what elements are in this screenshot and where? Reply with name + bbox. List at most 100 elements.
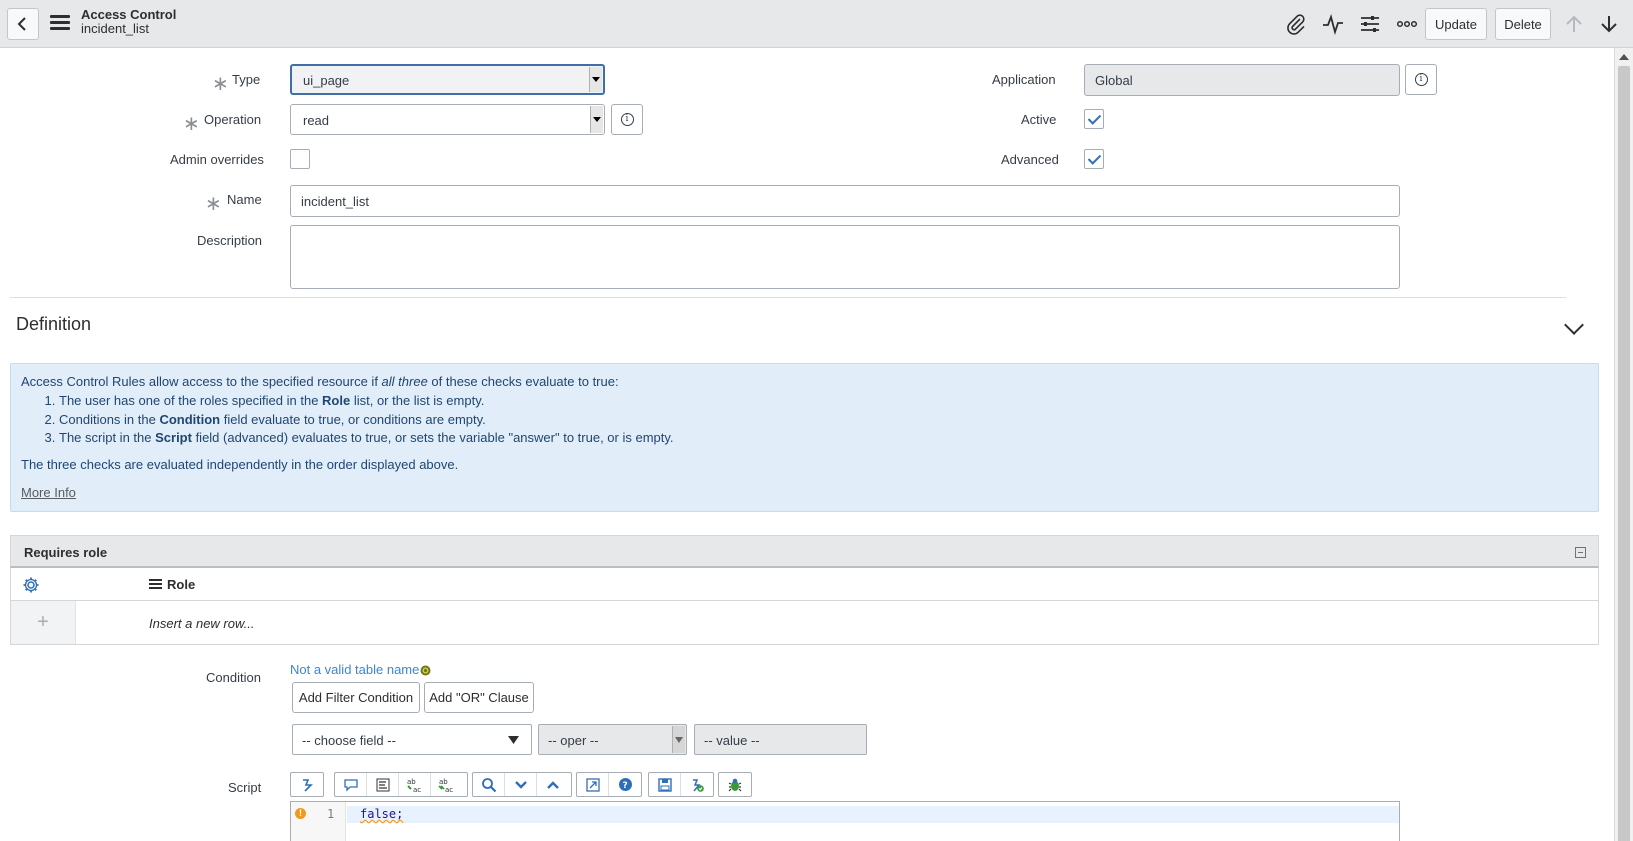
definition-note: The three checks are evaluated independe… (21, 457, 459, 472)
filter-gear-icon (420, 665, 431, 676)
application-field: Global (1084, 64, 1400, 96)
required-marker: ∗ (205, 193, 222, 215)
chevron-down-icon (672, 726, 685, 753)
comment-icon[interactable] (335, 773, 367, 796)
replace-all-icon[interactable]: ab ac (431, 773, 463, 796)
paperclip-icon[interactable] (1284, 12, 1308, 36)
svg-text:ac: ac (413, 786, 421, 793)
section-collapse-chevron-icon[interactable] (1564, 315, 1584, 335)
list-item: The script in the Script field (advanced… (59, 429, 674, 448)
add-or-clause-button[interactable]: Add "OR" Clause (424, 682, 534, 713)
script-toolbar-group: ab ac ab ac (334, 772, 468, 797)
form-header: Access Control incident_list Update Dele… (0, 0, 1633, 48)
save-icon[interactable] (649, 773, 681, 796)
scrollbar-thumb[interactable] (1618, 66, 1630, 841)
active-line-highlight (347, 806, 1399, 823)
description-field[interactable] (290, 225, 1400, 289)
add-row-icon[interactable]: + (11, 601, 76, 644)
script-editor[interactable]: ! 1 false; (290, 801, 1400, 841)
admin-overrides-checkbox[interactable] (290, 149, 310, 169)
list-item: Conditions in the Condition field evalua… (59, 411, 674, 430)
svg-text:ab: ab (407, 778, 416, 786)
operation-label: Operation (204, 112, 262, 127)
requires-role-header: Requires role (10, 535, 1599, 568)
script-toolbar-group (472, 772, 572, 797)
choose-field-select[interactable]: -- choose field -- (292, 724, 532, 755)
operator-value: -- oper -- (548, 733, 599, 748)
requires-role-column-header: Role (10, 568, 1599, 601)
admin-overrides-label: Admin overrides (170, 152, 264, 167)
advanced-checkbox[interactable] (1084, 149, 1104, 169)
insert-new-row[interactable]: Insert a new row... (149, 616, 255, 631)
condition-label: Condition (206, 670, 261, 685)
collapse-icon[interactable] (1575, 547, 1586, 558)
svg-text:ab: ab (439, 778, 448, 786)
arrow-down-icon[interactable] (1597, 12, 1621, 36)
chevron-down-icon (589, 67, 602, 92)
script-toolbar-group (290, 772, 324, 797)
bug-icon[interactable] (719, 773, 751, 796)
form-title-main: Access Control (81, 7, 177, 22)
required-marker: ∗ (212, 73, 229, 95)
definition-checks-list: The user has one of the roles specified … (59, 392, 674, 448)
replace-icon[interactable]: ab ac (399, 773, 431, 796)
operation-select[interactable]: read (290, 104, 605, 135)
name-label: Name (227, 192, 262, 207)
form-title: Access Control incident_list (81, 8, 176, 36)
format-code-icon[interactable] (367, 773, 399, 796)
activity-pulse-icon[interactable] (1321, 12, 1345, 36)
value-field[interactable]: -- value -- (694, 724, 867, 755)
svg-text:ac: ac (445, 786, 453, 793)
operation-select-value: read (303, 113, 330, 128)
section-divider (10, 297, 1566, 298)
active-label: Active (1021, 112, 1057, 127)
script-code[interactable]: false; (360, 807, 403, 821)
chevron-down-icon (590, 106, 603, 133)
table-row: + Insert a new row... (10, 601, 1599, 645)
find-previous-icon[interactable] (537, 773, 569, 796)
delete-button[interactable]: Delete (1495, 8, 1551, 40)
type-select-value: ui_page (303, 73, 350, 88)
scroll-up-arrow-icon[interactable] (1619, 54, 1629, 60)
definition-section-title: Definition (16, 314, 92, 334)
warning-icon[interactable]: ! (295, 808, 306, 819)
search-icon[interactable] (473, 773, 505, 796)
operation-info-button[interactable]: i (611, 104, 643, 135)
script-label: Script (228, 780, 262, 795)
required-marker: ∗ (183, 113, 200, 135)
more-info-link[interactable]: More Info (21, 485, 76, 500)
script-toolbar-group (718, 772, 752, 797)
sliders-icon[interactable] (1358, 12, 1382, 36)
update-button[interactable]: Update (1425, 8, 1487, 40)
script-debug-icon[interactable] (681, 773, 713, 796)
fullscreen-icon[interactable] (577, 773, 609, 796)
find-next-icon[interactable] (505, 773, 537, 796)
requires-role-title: Requires role (24, 545, 108, 560)
column-menu-icon[interactable] (149, 579, 162, 589)
info-icon: i (620, 113, 634, 126)
gear-icon[interactable] (22, 576, 40, 594)
form-title-sub: incident_list (81, 21, 149, 36)
type-select[interactable]: ui_page (290, 64, 605, 95)
application-info-button[interactable]: i (1405, 64, 1437, 95)
hamburger-menu-icon[interactable] (50, 15, 70, 31)
invalid-table-warning[interactable]: Not a valid table name (290, 662, 432, 677)
line-number: 1 (327, 807, 335, 821)
operator-select[interactable]: -- oper -- (538, 724, 687, 755)
name-field[interactable]: incident_list (290, 185, 1400, 217)
arrow-up-icon[interactable] (1562, 12, 1586, 36)
editor-gutter: ! 1 (291, 802, 346, 841)
back-button[interactable] (7, 8, 39, 40)
role-column-title[interactable]: Role (167, 577, 195, 592)
back-arrow-icon (17, 17, 26, 31)
active-checkbox[interactable] (1084, 109, 1104, 129)
toggle-syntax-icon[interactable] (291, 773, 323, 796)
chevron-down-icon (508, 736, 519, 744)
script-toolbar-group (648, 772, 714, 797)
more-options-icon[interactable] (1395, 12, 1419, 36)
help-icon[interactable]: ? (609, 773, 641, 796)
vertical-scrollbar[interactable] (1614, 48, 1633, 841)
advanced-label: Advanced (1001, 152, 1059, 167)
type-label: Type (232, 72, 261, 87)
add-filter-condition-button[interactable]: Add Filter Condition (292, 682, 420, 713)
